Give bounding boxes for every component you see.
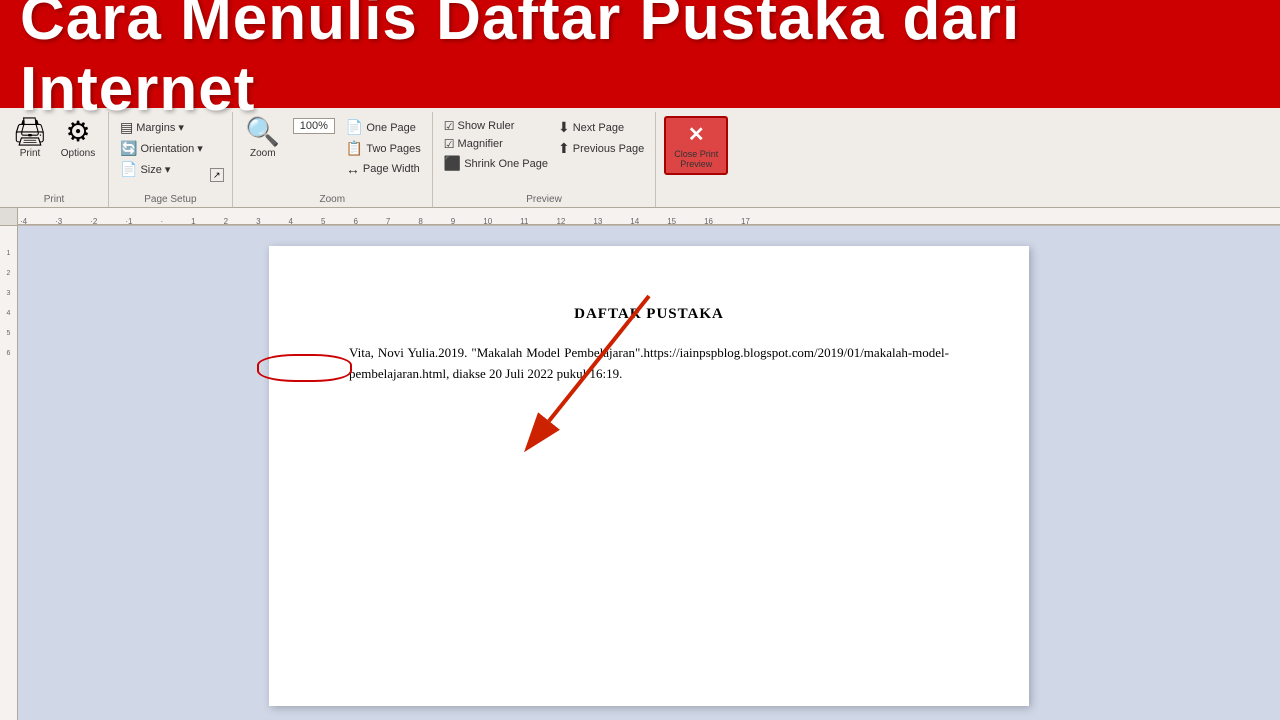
two-pages-button[interactable]: 📋 Two Pages <box>343 139 424 158</box>
preview-nav-col: ⬇ Next Page ⬆ Previous Page <box>555 116 647 158</box>
page-width-label: Page Width <box>363 163 420 175</box>
citation-text: Vita, Novi Yulia.2019. "Makalah Model Pe… <box>349 345 949 381</box>
magnifier-button[interactable]: ☑ Magnifier <box>441 136 551 152</box>
preview-group-label: Preview <box>526 194 562 207</box>
page-width-icon: ↔ <box>346 161 360 177</box>
ribbon-group-print: 🖨 Print ⚙ Options Print <box>0 112 109 207</box>
size-icon: 📄 <box>120 161 137 178</box>
zoom-label: Zoom <box>250 148 276 159</box>
shrink-label: Shrink One Page <box>464 158 548 170</box>
vertical-ruler: 1 2 3 4 5 6 <box>0 226 18 720</box>
next-page-icon: ⬇ <box>558 119 570 136</box>
previous-page-label: Previous Page <box>573 143 645 155</box>
shrink-one-page-button[interactable]: ⬛ Shrink One Page <box>441 154 551 173</box>
ruler-corner <box>0 208 18 226</box>
next-page-button[interactable]: ⬇ Next Page <box>555 118 647 137</box>
ribbon-group-zoom: 🔍 Zoom 100% 📄 One Page 📋 Two Pages ↔ Pag… <box>233 112 433 207</box>
print-label: Print <box>20 148 41 159</box>
shrink-icon: ⬛ <box>444 155 461 172</box>
page-setup-group-label: Page Setup <box>144 194 196 207</box>
options-icon: ⚙ <box>65 118 90 146</box>
preview-checkboxes: ☑ Show Ruler ☑ Magnifier ⬛ Shrink One Pa… <box>441 116 551 173</box>
print-group-content: 🖨 Print ⚙ Options <box>8 116 100 194</box>
size-label: Size <box>140 164 161 176</box>
ribbon-group-preview: ☑ Show Ruler ☑ Magnifier ⬛ Shrink One Pa… <box>433 112 657 207</box>
zoom-button[interactable]: 🔍 Zoom <box>241 116 285 161</box>
margins-button[interactable]: ▤ Margins ▾ <box>117 118 206 137</box>
page-setup-content: ▤ Margins ▾ 🔄 Orientation ▾ 📄 Size ▾ ↗ <box>117 116 224 194</box>
page-width-button[interactable]: ↔ Page Width <box>343 160 424 178</box>
ribbon-group-page-setup: ▤ Margins ▾ 🔄 Orientation ▾ 📄 Size ▾ ↗ P… <box>109 112 233 207</box>
page-setup-dialog-launcher[interactable]: ↗ <box>210 168 224 182</box>
orientation-icon: 🔄 <box>120 140 137 157</box>
horizontal-ruler: ·4 ·3 ·2 ·1 · 1 2 3 4 5 6 7 8 9 10 11 12… <box>18 208 1280 225</box>
margins-arrow: ▾ <box>178 121 184 134</box>
close-x-icon: ✕ <box>688 122 705 147</box>
one-page-icon: 📄 <box>346 119 363 136</box>
size-arrow: ▾ <box>165 163 171 176</box>
next-page-label: Next Page <box>573 122 624 134</box>
magnifier-checkbox[interactable]: ☑ <box>444 137 455 151</box>
close-print-preview-button[interactable]: ✕ Close PrintPreview <box>664 116 728 175</box>
show-ruler-checkbox[interactable]: ☑ <box>444 119 455 133</box>
margins-icon: ▤ <box>120 119 133 136</box>
two-pages-icon: 📋 <box>346 140 363 157</box>
one-page-button[interactable]: 📄 One Page <box>343 118 424 137</box>
zoom-group-label: Zoom <box>320 194 346 207</box>
zoom-options-col: 📄 One Page 📋 Two Pages ↔ Page Width <box>343 116 424 178</box>
two-pages-label: Two Pages <box>366 143 420 155</box>
print-button[interactable]: 🖨 Print <box>8 116 52 161</box>
options-label: Options <box>61 148 95 159</box>
ruler-container: ·4 ·3 ·2 ·1 · 1 2 3 4 5 6 7 8 9 10 11 12… <box>0 208 1280 226</box>
close-print-preview-label: Close PrintPreview <box>674 149 718 169</box>
ribbon-group-close: ✕ Close PrintPreview Close <box>656 112 736 207</box>
show-ruler-button[interactable]: ☑ Show Ruler <box>441 118 551 134</box>
ruler-ticks: ·4 ·3 ·2 ·1 · 1 2 3 4 5 6 7 8 9 10 11 12… <box>18 208 1280 225</box>
citation-circle-annotation <box>257 354 352 382</box>
print-icon: 🖨 <box>12 118 48 146</box>
options-button[interactable]: ⚙ Options <box>56 116 100 161</box>
zoom-content: 🔍 Zoom 100% 📄 One Page 📋 Two Pages ↔ Pag… <box>241 116 424 194</box>
margins-label: Margins <box>136 122 175 134</box>
zoom-percent-value: 100% <box>293 118 335 134</box>
document-title: DAFTAR PUSTAKA <box>349 306 949 323</box>
banner-title: Cara Menulis Daftar Pustaka dari Interne… <box>20 0 1260 125</box>
previous-page-icon: ⬆ <box>558 140 570 157</box>
previous-page-button[interactable]: ⬆ Previous Page <box>555 139 647 158</box>
page-setup-col: ▤ Margins ▾ 🔄 Orientation ▾ 📄 Size ▾ <box>117 116 206 179</box>
title-banner: Cara Menulis Daftar Pustaka dari Interne… <box>0 0 1280 108</box>
preview-content: ☑ Show Ruler ☑ Magnifier ⬛ Shrink One Pa… <box>441 116 648 194</box>
orientation-arrow: ▾ <box>197 142 203 155</box>
size-button[interactable]: 📄 Size ▾ <box>117 160 206 179</box>
orientation-label: Orientation <box>140 143 194 155</box>
close-group-content: ✕ Close PrintPreview <box>664 116 728 194</box>
print-group-label: Print <box>44 194 65 207</box>
document-page: DAFTAR PUSTAKA Vita, Novi Yulia.2019. "M… <box>269 246 1029 706</box>
orientation-button[interactable]: 🔄 Orientation ▾ <box>117 139 206 158</box>
magnifier-label: Magnifier <box>458 138 503 150</box>
zoom-percent-display: 100% <box>289 116 339 136</box>
document-citation: Vita, Novi Yulia.2019. "Makalah Model Pe… <box>349 343 949 385</box>
one-page-label: One Page <box>366 122 416 134</box>
zoom-icon: 🔍 <box>245 118 280 146</box>
main-area: 1 2 3 4 5 6 DAFTAR PUSTAKA Vit <box>0 226 1280 720</box>
show-ruler-label: Show Ruler <box>458 120 515 132</box>
page-preview-area: DAFTAR PUSTAKA Vita, Novi Yulia.2019. "M… <box>18 226 1280 720</box>
